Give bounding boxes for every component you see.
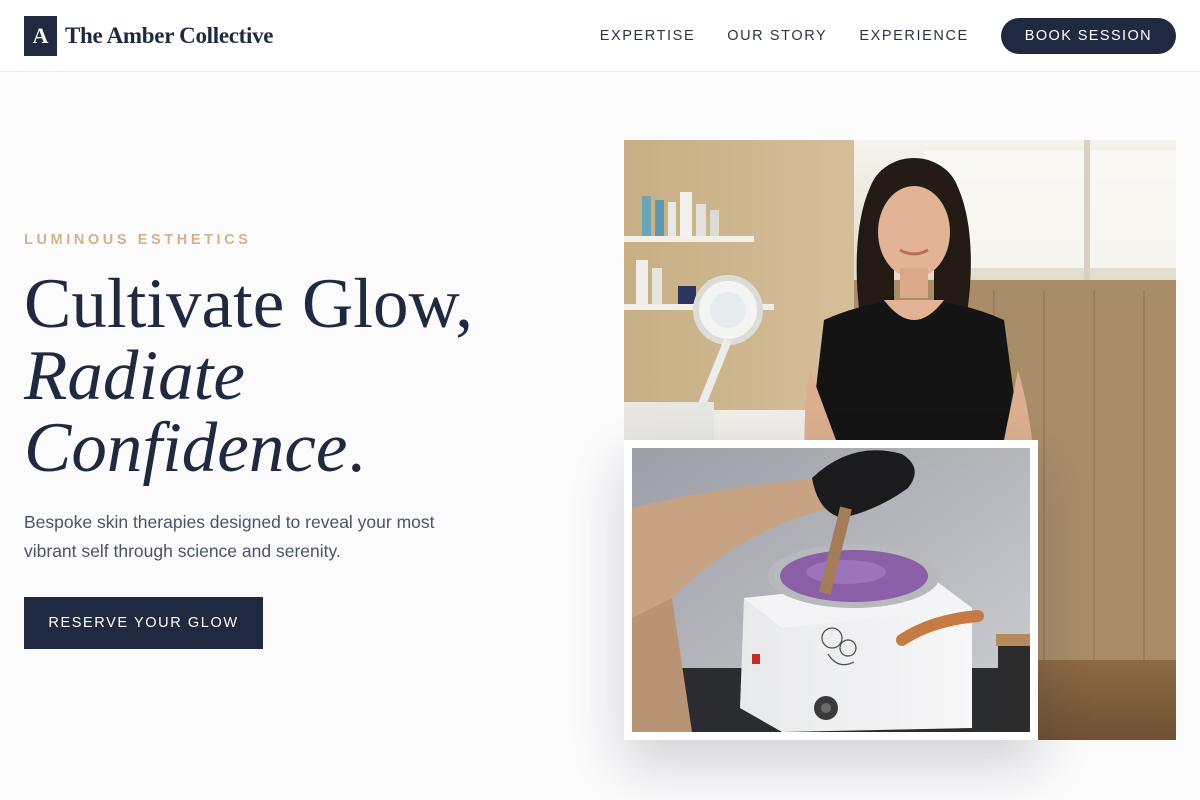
nav-link-expertise[interactable]: EXPERTISE: [600, 28, 696, 44]
headline-line-2: Radiate: [24, 337, 245, 415]
main-nav: EXPERTISE OUR STORY EXPERIENCE BOOK SESS…: [600, 18, 1176, 54]
brand-name: The Amber Collective: [65, 23, 274, 48]
nav-link-experience[interactable]: EXPERIENCE: [859, 28, 968, 44]
nav-link-our-story[interactable]: OUR STORY: [727, 28, 827, 44]
wax-warmer-photo: [632, 448, 1030, 732]
hero-headline: Cultivate Glow, Radiate Confidence.: [24, 268, 473, 484]
hero-photo-inset: [632, 448, 1030, 732]
reserve-glow-button[interactable]: RESERVE YOUR GLOW: [24, 597, 263, 649]
hero-eyebrow: LUMINOUS ESTHETICS: [24, 232, 252, 248]
headline-line-3: Confidence.: [24, 412, 473, 484]
site-header: A The Amber Collective EXPERTISE OUR STO…: [0, 0, 1200, 72]
headline-line-1: Cultivate Glow,: [24, 265, 473, 343]
logo-mark: A: [24, 16, 57, 56]
hero-subtext: Bespoke skin therapies designed to revea…: [24, 512, 435, 561]
brand-logo[interactable]: A The Amber Collective: [24, 16, 274, 56]
headline-line-3-period: .: [347, 409, 366, 487]
hero-photo-inset-frame: [624, 440, 1038, 740]
headline-line-3-italic: Confidence: [24, 409, 348, 487]
book-session-button[interactable]: BOOK SESSION: [1000, 18, 1176, 54]
